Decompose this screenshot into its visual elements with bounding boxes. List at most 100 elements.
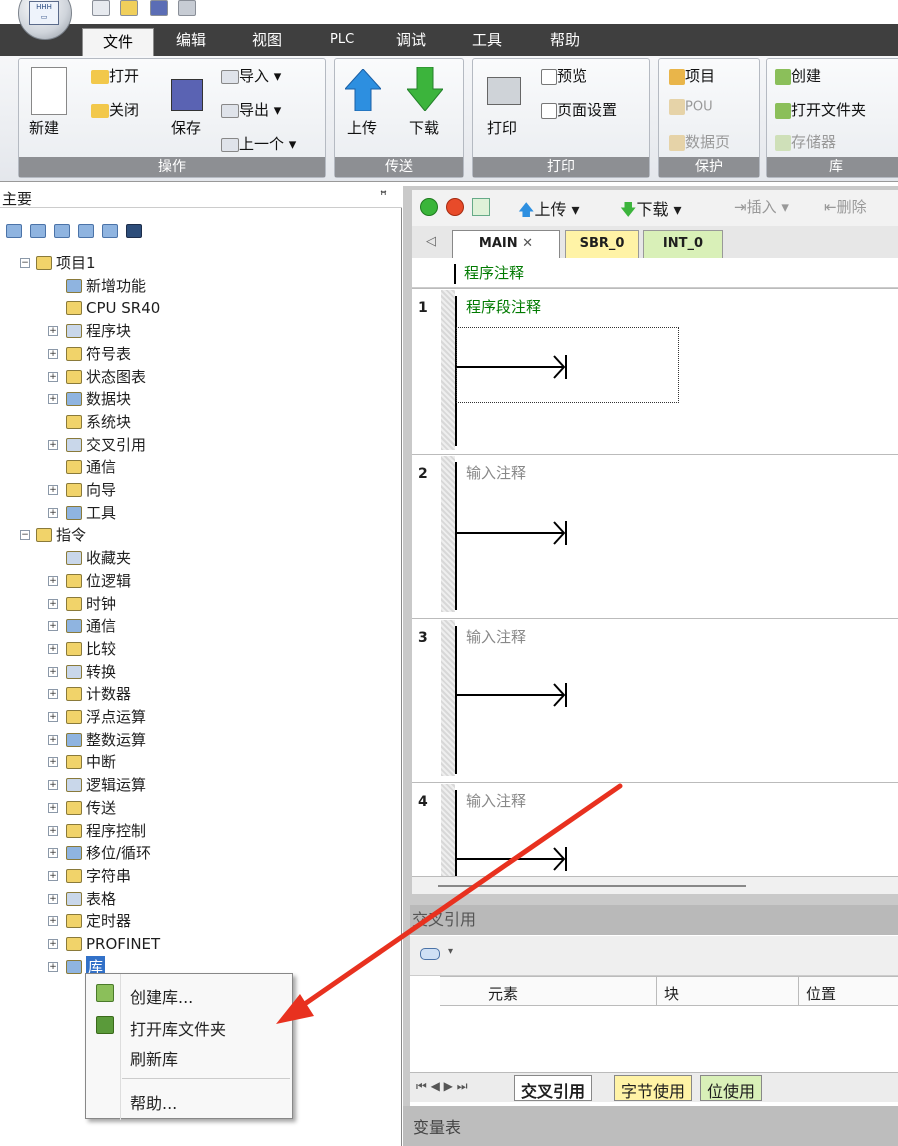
protect-data-page-button[interactable]: 数据页 <box>669 131 730 152</box>
expand-icon[interactable]: + <box>48 666 58 677</box>
expand-icon[interactable]: + <box>48 757 58 768</box>
close-button[interactable]: 关闭 <box>91 99 139 120</box>
expand-icon[interactable]: + <box>48 621 58 632</box>
tree-item[interactable]: + 整数运算 <box>0 729 400 751</box>
tree-item[interactable]: + 时钟 <box>0 593 400 615</box>
expand-icon[interactable]: + <box>48 780 58 791</box>
network-comment[interactable]: 程序段注释 <box>466 296 541 317</box>
protect-pou-button[interactable]: POU <box>669 99 713 115</box>
editor-upload-button[interactable]: 🡅上传 ▾ <box>518 196 580 226</box>
expand-icon[interactable]: + <box>48 575 58 586</box>
expand-icon[interactable]: + <box>48 961 58 972</box>
expand-icon[interactable]: + <box>48 870 58 881</box>
tree-item[interactable]: + 工具 <box>0 502 400 524</box>
tree-item[interactable]: + 符号表 <box>0 343 400 365</box>
tab-main[interactable]: MAIN ✕ <box>452 230 560 258</box>
column-location[interactable]: 位置 <box>806 983 836 1004</box>
tree-item[interactable]: + 计数器 <box>0 683 400 705</box>
context-create-library[interactable]: 创建库... <box>130 984 193 1008</box>
tree-item[interactable]: + 比较 <box>0 638 400 660</box>
tree-item[interactable]: 通信 <box>0 456 400 478</box>
communication-icon[interactable] <box>126 224 142 238</box>
tab-cross-reference[interactable]: 交叉引用 <box>514 1075 593 1101</box>
menu-debug[interactable]: 调试 <box>384 24 438 56</box>
view-icon[interactable] <box>30 224 46 238</box>
context-open-library-folder[interactable]: 打开库文件夹 <box>130 1016 226 1040</box>
horizontal-scrollbar[interactable] <box>412 876 898 894</box>
tree-item[interactable]: + 交叉引用 <box>0 434 400 456</box>
tree-item[interactable]: + 位逻辑 <box>0 570 400 592</box>
preview-button[interactable]: 预览 <box>541 65 587 86</box>
tab-scroll-left-icon[interactable]: ◁ <box>426 234 436 249</box>
network-comment[interactable]: 输入注释 <box>466 790 526 811</box>
insert-button[interactable]: ⇥插入 ▾ <box>734 196 789 217</box>
tree-item[interactable]: + 转换 <box>0 661 400 683</box>
expand-icon[interactable]: + <box>48 439 58 450</box>
menu-plc[interactable]: PLC <box>318 24 366 56</box>
expand-icon[interactable]: + <box>48 598 58 609</box>
import-button[interactable]: 导入 ▾ <box>221 65 281 86</box>
view-icon[interactable] <box>6 224 22 238</box>
menu-tools[interactable]: 工具 <box>460 24 514 56</box>
save-button[interactable]: 保存 <box>171 117 201 138</box>
expand-icon[interactable]: + <box>48 848 58 859</box>
quick-access-save-icon[interactable] <box>150 0 168 16</box>
view-icon[interactable] <box>78 224 94 238</box>
tree-item[interactable]: 系统块 <box>0 411 400 433</box>
editor-download-button[interactable]: 🡇下载 ▾ <box>620 196 682 226</box>
context-help[interactable]: 帮助... <box>130 1090 177 1114</box>
run-icon[interactable] <box>420 198 438 216</box>
expand-icon[interactable]: + <box>48 939 58 949</box>
page-setup-button[interactable]: 页面设置 <box>541 99 617 120</box>
expand-icon[interactable]: + <box>48 802 58 813</box>
open-button[interactable]: 打开 <box>91 65 139 86</box>
expand-icon[interactable]: + <box>48 916 58 927</box>
tree-item[interactable]: + PROFINET <box>0 933 400 955</box>
download-button[interactable]: 下载 <box>409 117 439 138</box>
tree-item[interactable]: CPU SR40 <box>0 297 400 319</box>
delete-button[interactable]: ⇤删除 <box>824 196 867 217</box>
expand-icon[interactable]: + <box>48 689 58 700</box>
collapse-icon[interactable]: − <box>20 258 30 268</box>
tree-item[interactable]: + 程序控制 <box>0 820 400 842</box>
expand-icon[interactable]: + <box>48 371 58 382</box>
tree-item[interactable]: + 移位/循环 <box>0 842 400 864</box>
tab-sbr0[interactable]: SBR_0 <box>565 230 639 258</box>
expand-icon[interactable]: + <box>48 348 58 359</box>
tree-item[interactable]: − 项目1 <box>0 252 400 274</box>
stop-icon[interactable] <box>446 198 464 216</box>
expand-icon[interactable]: + <box>48 507 58 518</box>
program-comment[interactable]: 程序注释 <box>464 262 524 283</box>
tab-int0[interactable]: INT_0 <box>643 230 723 258</box>
tree-item[interactable]: − 指令 <box>0 524 400 546</box>
previous-button[interactable]: 上一个 ▾ <box>221 133 296 154</box>
tab-bit-usage[interactable]: 位使用 <box>700 1075 763 1101</box>
tree-item[interactable]: + 数据块 <box>0 388 400 410</box>
expand-icon[interactable]: + <box>48 734 58 745</box>
expand-icon[interactable]: + <box>48 485 58 495</box>
compile-icon[interactable] <box>472 198 490 216</box>
tree-item[interactable]: + 传送 <box>0 797 400 819</box>
tree-item[interactable]: + 向导 <box>0 479 400 501</box>
new-button[interactable]: 新建 <box>29 117 59 138</box>
network-comment[interactable]: 输入注释 <box>466 462 526 483</box>
quick-access-open-icon[interactable] <box>120 0 138 16</box>
expand-icon[interactable]: + <box>48 712 58 722</box>
menu-file[interactable]: 文件 <box>82 28 154 56</box>
tree-item[interactable]: + 表格 <box>0 888 400 910</box>
view-icon[interactable] <box>54 224 70 238</box>
quick-access-new-icon[interactable] <box>92 0 110 16</box>
filter-icon[interactable] <box>420 948 440 960</box>
chevron-down-icon[interactable]: ▾ <box>448 946 453 957</box>
close-icon[interactable]: ✕ <box>522 236 533 251</box>
menu-edit[interactable]: 编辑 <box>164 24 218 56</box>
tree-item[interactable]: + 定时器 <box>0 910 400 932</box>
menu-view[interactable]: 视图 <box>240 24 294 56</box>
view-icon[interactable] <box>102 224 118 238</box>
column-block[interactable]: 块 <box>664 983 679 1004</box>
scrollbar-thumb[interactable] <box>438 885 746 887</box>
tree-item[interactable]: + 中断 <box>0 751 400 773</box>
tree-item[interactable]: + 通信 <box>0 615 400 637</box>
print-button[interactable]: 打印 <box>487 117 517 138</box>
expand-icon[interactable]: + <box>48 643 58 654</box>
